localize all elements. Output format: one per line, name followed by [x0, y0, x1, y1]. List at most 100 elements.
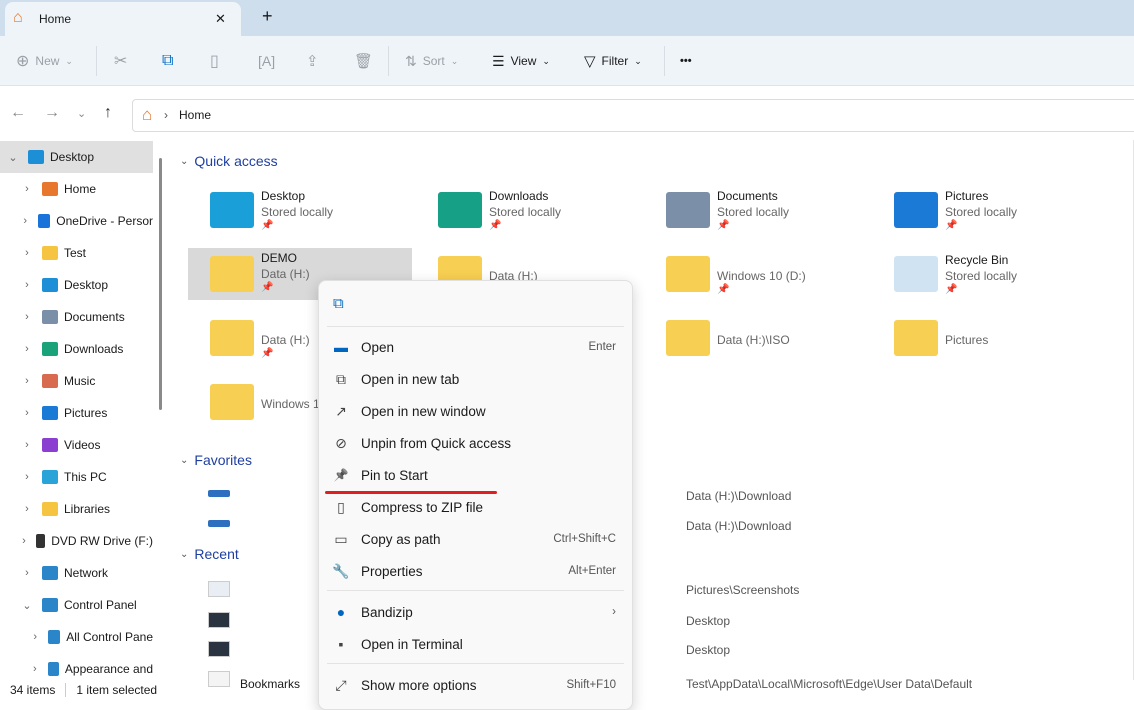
menu-item[interactable]: ▪ Open in Terminal	[319, 628, 632, 660]
section-quick-access[interactable]: ⌄ Quick access	[180, 153, 278, 169]
more-options-button[interactable]: •••	[680, 36, 692, 86]
tab-home[interactable]: ⌂ Home ✕	[5, 2, 241, 36]
expand-chevron-icon[interactable]: ›	[20, 343, 34, 355]
recent-file-icon[interactable]	[208, 641, 230, 657]
expand-chevron-icon[interactable]: ›	[30, 631, 40, 643]
expand-chevron-icon[interactable]: ›	[30, 663, 40, 675]
menu-item-icon: ▬	[334, 339, 348, 355]
filter-button[interactable]: ▽ Filter ⌄	[584, 36, 642, 86]
recent-file-icon[interactable]	[208, 612, 230, 628]
menu-item[interactable]: ⤢ Show more options Shift+F10	[319, 669, 632, 701]
section-recent[interactable]: ⌄ Recent	[180, 546, 239, 562]
menu-item[interactable]: ▬ Open Enter	[319, 331, 632, 363]
sidebar-item[interactable]: › DVD RW Drive (F:)	[0, 525, 153, 557]
expand-chevron-icon[interactable]: ›	[20, 215, 30, 227]
sidebar-item[interactable]: › Pictures	[0, 397, 153, 429]
quick-access-item[interactable]: Data (H:)\ISO	[644, 314, 868, 366]
folder-icon	[894, 320, 938, 356]
expand-chevron-icon[interactable]: ›	[20, 471, 34, 483]
sidebar-item[interactable]: › OneDrive - Persor	[0, 205, 153, 237]
recent-file-icon[interactable]	[208, 671, 230, 687]
expand-chevron-icon[interactable]: ›	[20, 535, 28, 547]
expand-chevron-icon[interactable]: ›	[20, 503, 34, 515]
sidebar-item[interactable]: › Libraries	[0, 493, 153, 525]
chevron-down-icon: ⌄	[542, 55, 550, 66]
cut-button[interactable]: ✂	[114, 36, 127, 86]
sidebar-item[interactable]: › Documents	[0, 301, 153, 333]
rename-button[interactable]: [A]	[258, 36, 275, 86]
recent-locations-icon[interactable]: ⌄	[77, 107, 86, 120]
menu-item-icon: 📌	[333, 468, 349, 482]
sidebar-item[interactable]: › Appearance and	[0, 653, 153, 680]
sort-label: Sort	[422, 54, 445, 68]
new-button[interactable]: ⊕ New ⌄	[16, 36, 73, 86]
close-tab-button[interactable]: ✕	[215, 11, 226, 27]
copy-icon[interactable]: ⧉	[333, 295, 344, 312]
expand-chevron-icon[interactable]: ›	[20, 407, 34, 419]
favorite-file-icon[interactable]	[208, 520, 230, 527]
item-location: Stored locally	[261, 205, 334, 219]
section-favorites[interactable]: ⌄ Favorites	[180, 452, 252, 468]
menu-item[interactable]: 📌 Pin to Start	[319, 459, 632, 491]
copy-button[interactable]: ⧉	[162, 36, 173, 86]
delete-button[interactable]: 🗑	[354, 36, 373, 86]
expand-chevron-icon[interactable]: ⌄	[20, 599, 34, 612]
view-button[interactable]: ☰ View ⌄	[492, 36, 550, 86]
sidebar-item[interactable]: › All Control Pane	[0, 621, 153, 653]
quick-access-item[interactable]: Downloads Stored locally 📌	[416, 186, 640, 238]
back-icon[interactable]: ←	[10, 104, 26, 122]
sidebar-item-label: Desktop	[50, 150, 95, 164]
recent-path: Test\AppData\Local\Microsoft\Edge\User D…	[686, 677, 973, 691]
share-button[interactable]: ⇪	[306, 36, 319, 86]
expand-chevron-icon[interactable]: ›	[20, 311, 34, 323]
sidebar-item[interactable]: ⌄ Control Panel	[0, 589, 153, 621]
sidebar-item-label: Documents	[64, 310, 125, 324]
quick-access-item[interactable]: Documents Stored locally 📌	[644, 186, 868, 238]
expand-chevron-icon[interactable]: ›	[20, 567, 34, 579]
expand-chevron-icon[interactable]: ›	[20, 183, 34, 195]
menu-item[interactable]: ⊘ Unpin from Quick access	[319, 427, 632, 459]
chevron-down-icon: ⌄	[180, 548, 189, 560]
sidebar-item[interactable]: › Music	[0, 365, 153, 397]
filter-icon: ▽	[584, 53, 596, 70]
sidebar-item[interactable]: › Network	[0, 557, 153, 589]
menu-item[interactable]: ▭ Copy as path Ctrl+Shift+C	[319, 523, 632, 555]
expand-chevron-icon[interactable]: ›	[20, 279, 34, 291]
sort-button[interactable]: ⇅ Sort ⌄	[405, 36, 458, 86]
favorite-file-icon[interactable]	[208, 490, 230, 497]
sidebar-item[interactable]: ⌄ Desktop	[0, 141, 153, 173]
paste-button[interactable]: ▯	[210, 36, 219, 86]
up-icon[interactable]: ↑	[104, 104, 112, 122]
menu-item[interactable]: ● Bandizip ›	[319, 596, 632, 628]
sidebar-scrollbar[interactable]	[159, 158, 162, 410]
sidebar-item[interactable]: › Home	[0, 173, 153, 205]
quick-access-item[interactable]: Pictures	[872, 314, 1096, 366]
sidebar-item-label: This PC	[64, 470, 107, 484]
quick-access-item[interactable]: Windows 10 (D:) 📌	[644, 250, 868, 302]
sidebar-item[interactable]: › This PC	[0, 461, 153, 493]
view-label: View	[510, 54, 537, 68]
chevron-down-icon: ⌄	[180, 454, 189, 466]
quick-access-item[interactable]: Desktop Stored locally 📌	[188, 186, 412, 238]
sidebar-item[interactable]: › Videos	[0, 429, 153, 461]
forward-icon[interactable]: →	[44, 104, 60, 122]
recent-file-icon[interactable]	[208, 581, 230, 597]
sidebar-item[interactable]: › Downloads	[0, 333, 153, 365]
address-bar[interactable]: ⌂ › Home	[132, 99, 1134, 132]
new-tab-button[interactable]: +	[262, 6, 273, 27]
menu-item[interactable]: ▯ Compress to ZIP file	[319, 491, 632, 523]
expand-chevron-icon[interactable]: ›	[20, 439, 34, 451]
breadcrumb-home[interactable]: Home	[179, 108, 211, 122]
menu-item[interactable]: ↗ Open in new window	[319, 395, 632, 427]
expand-chevron-icon[interactable]: ›	[20, 247, 34, 259]
menu-item[interactable]: 🔧 Properties Alt+Enter	[319, 555, 632, 587]
expand-chevron-icon[interactable]: ›	[20, 375, 34, 387]
quick-access-item[interactable]: Recycle Bin Stored locally 📌	[872, 250, 1096, 302]
sidebar-item[interactable]: › Desktop	[0, 269, 153, 301]
pin-icon: 📌	[489, 220, 502, 231]
expand-chevron-icon[interactable]: ⌄	[6, 151, 20, 164]
quick-access-item[interactable]: Pictures Stored locally 📌	[872, 186, 1096, 238]
menu-item[interactable]: ⧉ Open in new tab	[319, 363, 632, 395]
sidebar-item[interactable]: › Test	[0, 237, 153, 269]
folder-icon	[47, 662, 59, 676]
